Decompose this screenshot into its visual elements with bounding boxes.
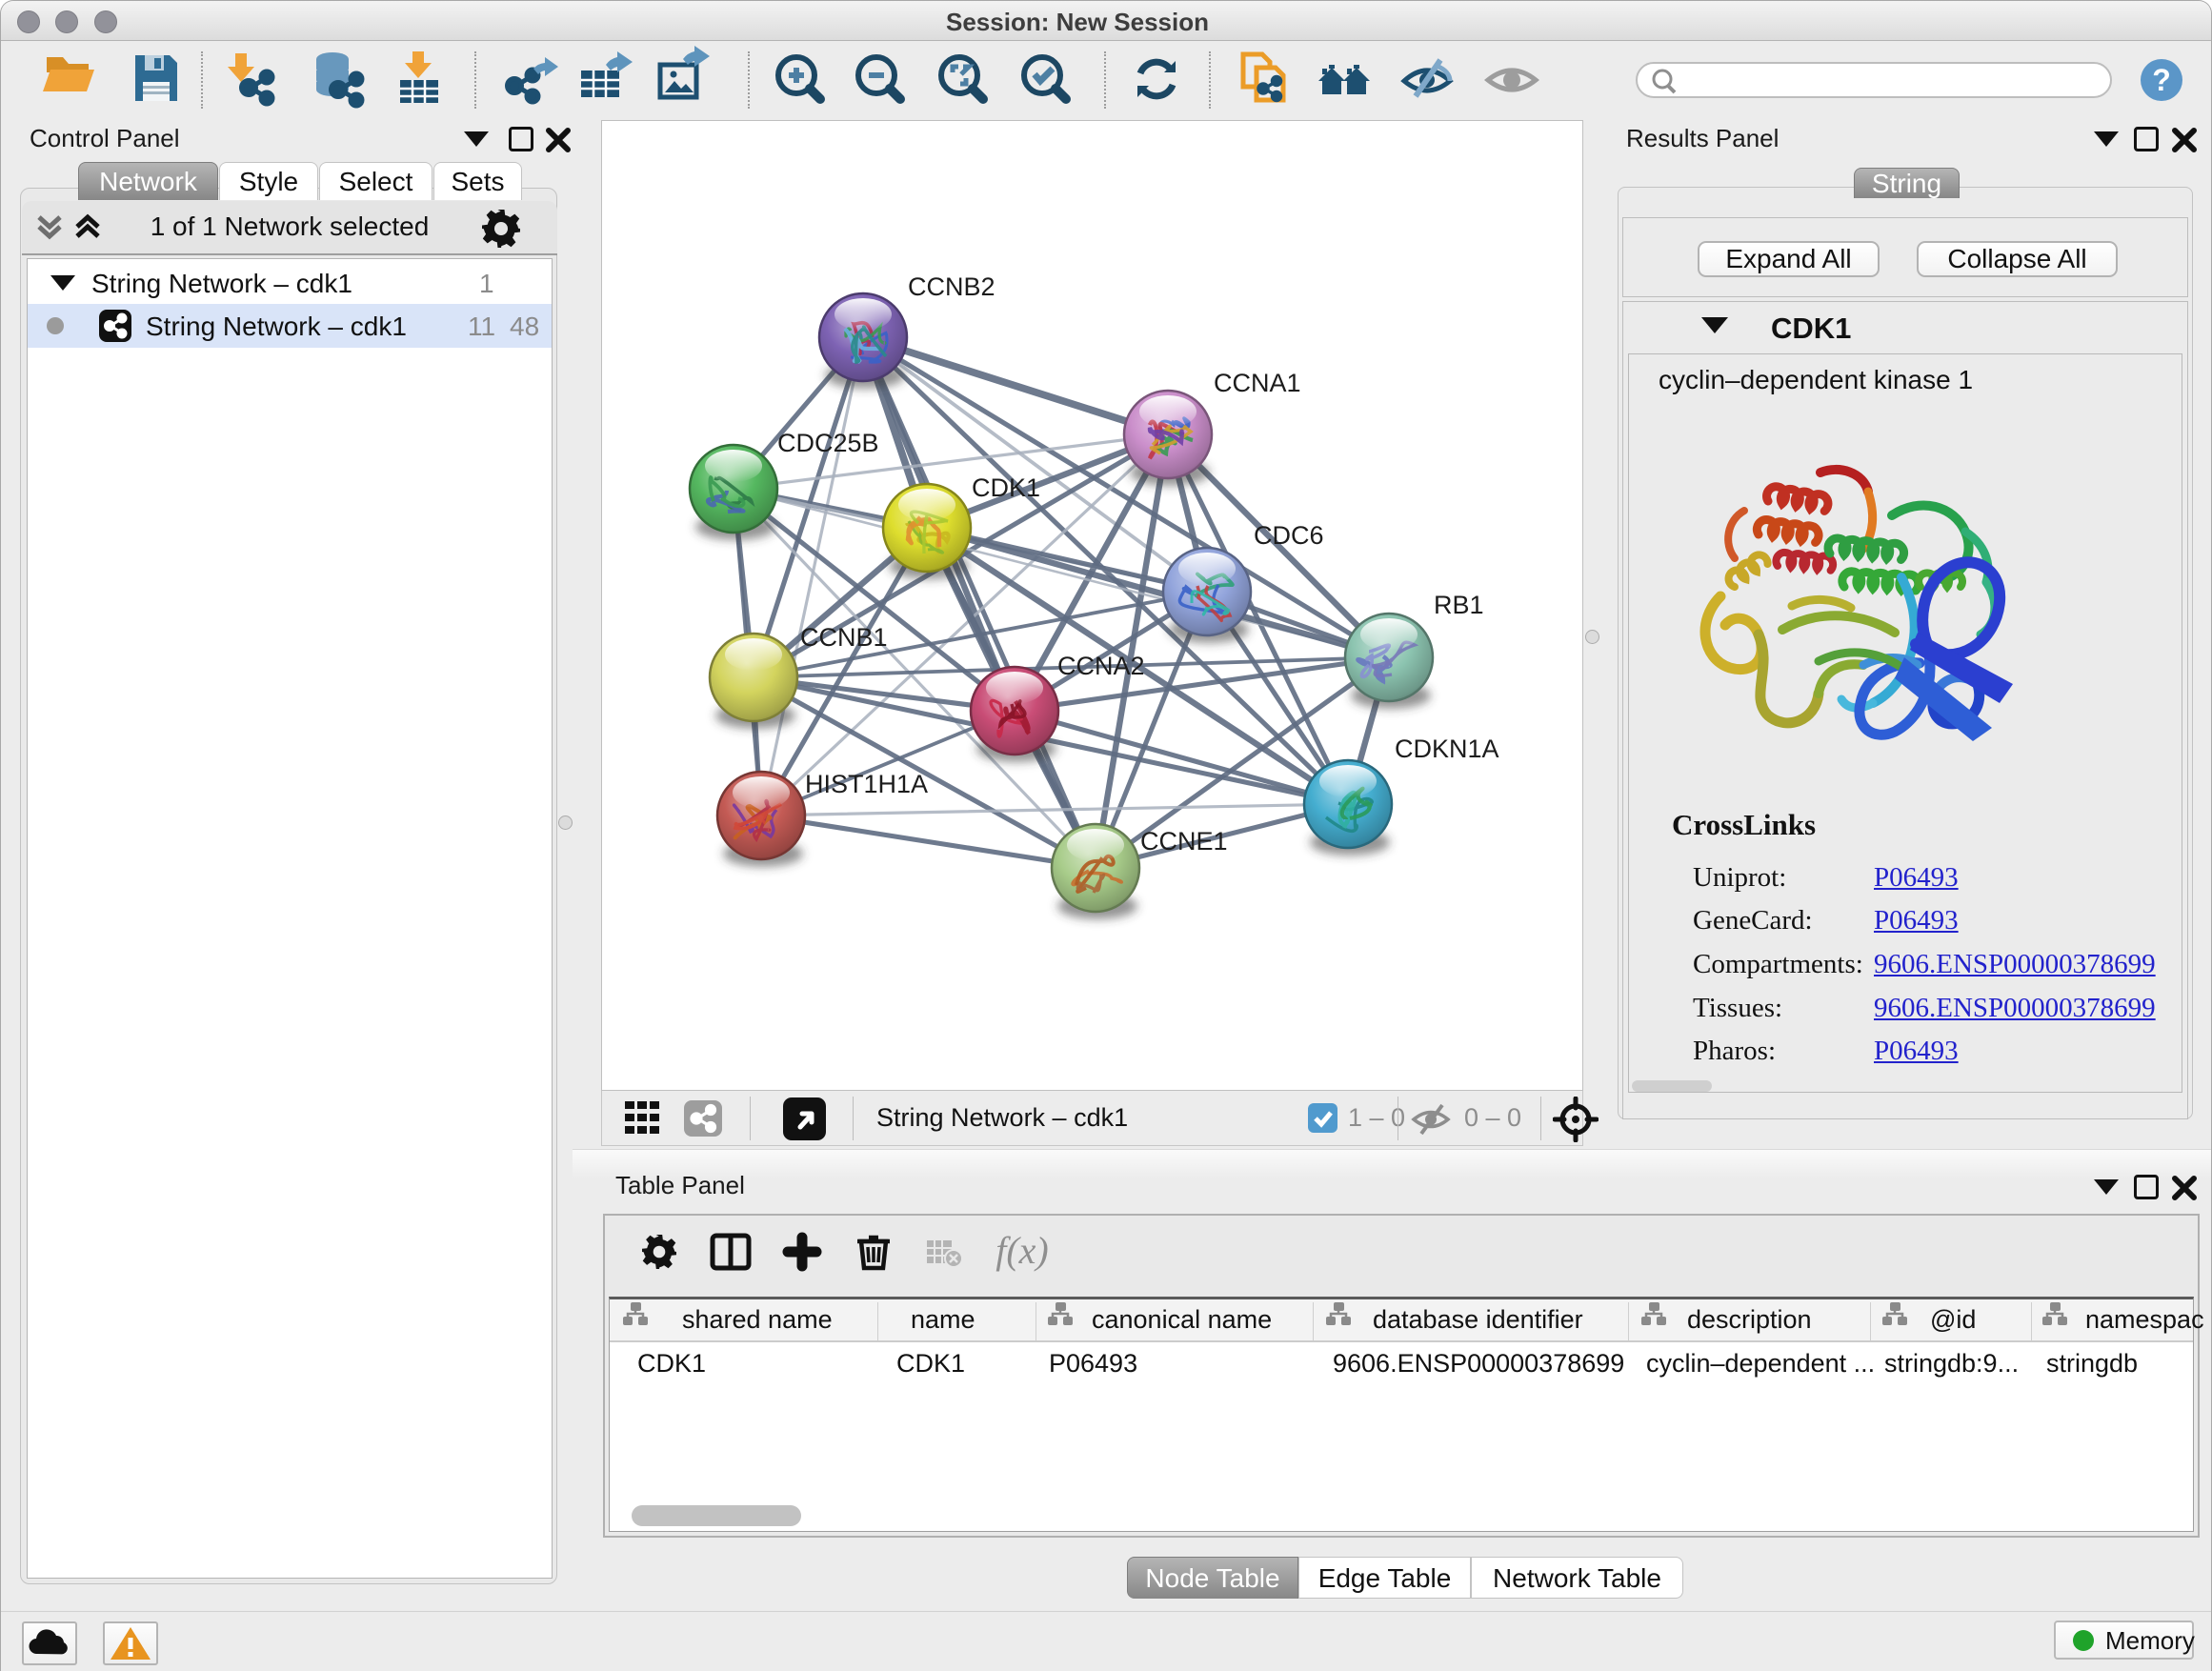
svg-text:CDC6: CDC6 (1254, 521, 1324, 550)
svg-text:HIST1H1A: HIST1H1A (805, 770, 928, 798)
svg-text:CCNE1: CCNE1 (1140, 827, 1228, 856)
svg-text:CCNB1: CCNB1 (800, 623, 888, 652)
svg-text:CCNA2: CCNA2 (1057, 652, 1145, 680)
svg-text:CDC25B: CDC25B (777, 429, 879, 457)
svg-text:f(x): f(x) (995, 1229, 1049, 1272)
svg-text:CDK1: CDK1 (972, 473, 1040, 502)
svg-text:RB1: RB1 (1434, 591, 1484, 619)
svg-text:CCNA1: CCNA1 (1214, 369, 1301, 397)
svg-text:CCNB2: CCNB2 (908, 272, 995, 301)
svg-text:CDKN1A: CDKN1A (1395, 735, 1499, 763)
